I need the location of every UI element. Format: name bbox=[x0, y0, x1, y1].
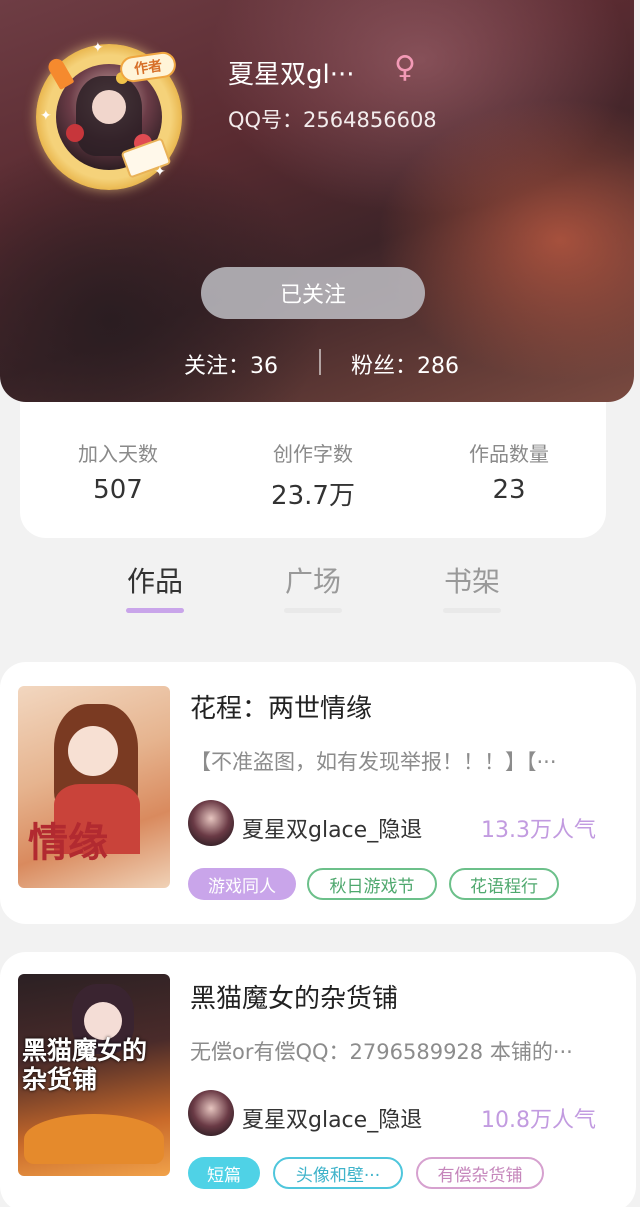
author-avatar-small[interactable] bbox=[188, 800, 234, 846]
work-popularity: 10.8万人气 bbox=[481, 1108, 596, 1133]
work-cover[interactable]: 黑猫魔女的杂货铺 bbox=[18, 974, 170, 1176]
work-description: 【不准盗图，如有发现举报！！！】【··· bbox=[190, 750, 557, 774]
tab-indicator bbox=[284, 608, 342, 613]
tab-bookshelf[interactable]: 书架 bbox=[412, 560, 532, 600]
stat-work-count: 作品数量 23 bbox=[429, 438, 589, 505]
stat-value: 23 bbox=[492, 475, 526, 505]
work-author[interactable]: 夏星双glace_隐退 bbox=[242, 812, 422, 844]
tag-chip[interactable]: 游戏同人 bbox=[188, 868, 296, 900]
tag-chip[interactable]: 有偿杂货铺 bbox=[416, 1157, 544, 1189]
username: 夏星双gl··· bbox=[228, 60, 355, 90]
stat-value: 23.7万 bbox=[271, 481, 355, 511]
cover-title-text: 情缘 bbox=[28, 819, 108, 866]
work-author[interactable]: 夏星双glace_隐退 bbox=[242, 1102, 422, 1134]
tag-chip[interactable]: 短篇 bbox=[188, 1157, 260, 1189]
tab-square[interactable]: 广场 bbox=[253, 560, 373, 600]
tab-works[interactable]: 作品 bbox=[95, 560, 215, 600]
work-card[interactable]: 黑猫魔女的杂货铺 黑猫魔女的杂货铺 无偿or有偿QQ：2796589928 本铺… bbox=[0, 952, 636, 1207]
tab-indicator bbox=[443, 608, 501, 613]
following-count[interactable]: 关注：36 bbox=[184, 348, 278, 380]
sparkle-icon: ✦ bbox=[92, 40, 104, 56]
work-popularity: 13.3万人气 bbox=[481, 818, 596, 843]
qq-number: QQ号：2564856608 bbox=[228, 108, 437, 132]
sparkle-icon: ✦ bbox=[154, 164, 166, 180]
profile-tabs: 作品 广场 书架 bbox=[0, 560, 640, 620]
author-avatar-small[interactable] bbox=[188, 1090, 234, 1136]
work-title[interactable]: 黑猫魔女的杂货铺 bbox=[190, 978, 398, 1015]
stats-divider bbox=[319, 349, 321, 375]
female-gender-icon: ♀ bbox=[394, 50, 416, 85]
sparkle-icon: ✦ bbox=[40, 108, 52, 124]
fans-count[interactable]: 粉丝：286 bbox=[351, 348, 459, 380]
stat-value: 507 bbox=[93, 475, 143, 505]
work-description: 无偿or有偿QQ：2796589928 本铺的··· bbox=[190, 1040, 573, 1064]
tag-chip[interactable]: 头像和壁··· bbox=[273, 1157, 403, 1189]
author-badge: 作者 bbox=[118, 50, 178, 84]
tag-chip[interactable]: 花语程行 bbox=[449, 868, 559, 900]
stat-join-days: 加入天数 507 bbox=[38, 438, 198, 505]
author-avatar[interactable]: 作者 ✦ ✦ ✦ bbox=[36, 40, 182, 190]
work-card[interactable]: 情缘 花程：两世情缘 【不准盗图，如有发现举报！！！】【··· 夏星双glace… bbox=[0, 662, 636, 924]
author-stats-card: 加入天数 507 创作字数 23.7万 作品数量 23 bbox=[20, 402, 606, 538]
stat-label: 加入天数 bbox=[78, 442, 158, 466]
tag-chip[interactable]: 秋日游戏节 bbox=[307, 868, 437, 900]
cover-title-text: 黑猫魔女的杂货铺 bbox=[22, 1036, 148, 1094]
stat-label: 创作字数 bbox=[273, 442, 353, 466]
tab-active-indicator bbox=[126, 608, 184, 613]
profile-header: 作者 ✦ ✦ ✦ 夏星双gl··· ♀ QQ号：2564856608 已关注 关… bbox=[0, 0, 634, 402]
stat-word-count: 创作字数 23.7万 bbox=[233, 438, 393, 512]
work-title[interactable]: 花程：两世情缘 bbox=[190, 688, 372, 725]
follow-button[interactable]: 已关注 bbox=[201, 267, 425, 319]
work-cover[interactable]: 情缘 bbox=[18, 686, 170, 888]
stat-label: 作品数量 bbox=[469, 442, 549, 466]
